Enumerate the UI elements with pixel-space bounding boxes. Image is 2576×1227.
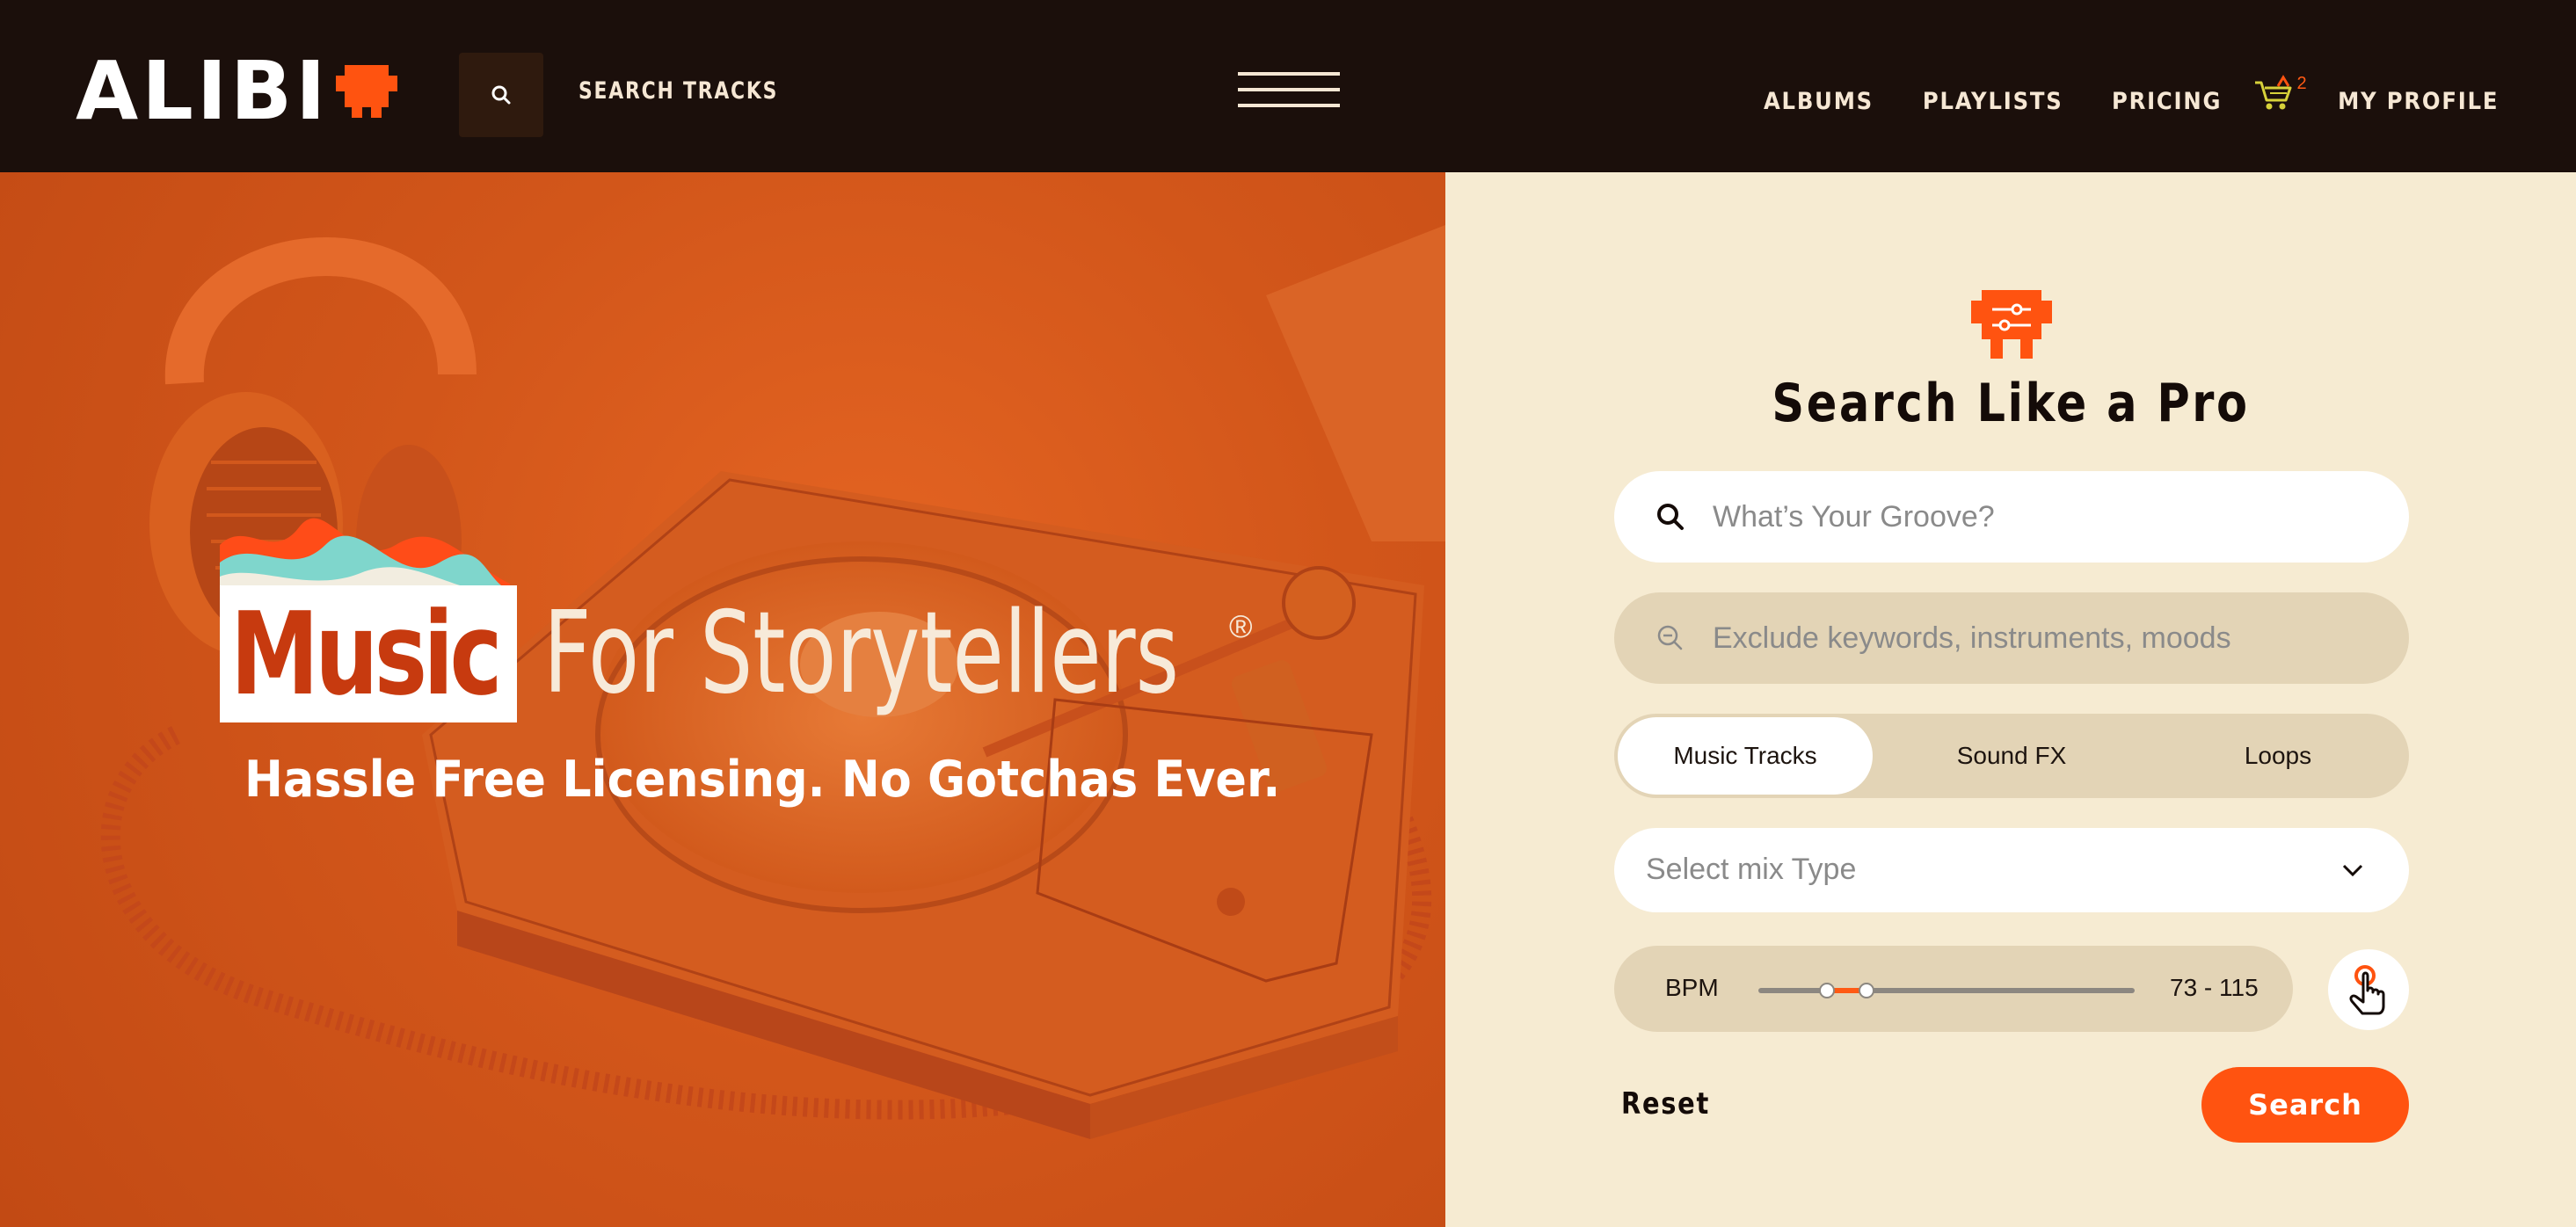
tap-tempo-button[interactable]	[2328, 949, 2409, 1030]
top-nav-bar: ALIBI SEARCH TRACKS ALBUMS PLAYLISTS PRI…	[0, 0, 2576, 172]
exclude-input[interactable]	[1713, 592, 2381, 684]
search-tracks-label[interactable]: SEARCH TRACKS	[579, 77, 778, 105]
mix-type-select[interactable]: Select mix Type	[1614, 828, 2409, 912]
tab-music-tracks[interactable]: Music Tracks	[1618, 717, 1873, 795]
cart-icon	[2254, 74, 2291, 109]
hero-banner: Music For Storytellers ® Hassle Free Lic…	[0, 172, 1445, 1227]
bpm-max-handle[interactable]	[1859, 983, 1875, 998]
nav-albums[interactable]: ALBUMS	[1764, 88, 1874, 115]
nav-my-profile[interactable]: MY PROFILE	[2338, 88, 2499, 115]
panel-title: Search Like a Pro	[1772, 373, 2250, 434]
bpm-min-handle[interactable]	[1819, 983, 1836, 998]
chevron-down-icon	[2342, 864, 2363, 877]
exclude-search-icon	[1657, 625, 1683, 650]
cart-button[interactable]: 2	[2253, 74, 2307, 114]
cart-count-badge: 2	[2296, 73, 2307, 93]
alibi-logo[interactable]: ALIBI	[76, 44, 401, 138]
nav-playlists[interactable]: PLAYLISTS	[1923, 88, 2063, 115]
hamburger-menu-icon[interactable]	[1238, 72, 1340, 107]
bpm-range-value: 73 - 115	[2170, 974, 2259, 1001]
bpm-label: BPM	[1665, 974, 1719, 1001]
search-tracks-button[interactable]	[459, 53, 543, 137]
filter-robot-icon	[1971, 290, 2052, 359]
mix-type-value: Select mix Type	[1646, 853, 1857, 886]
logo-robot-mark	[336, 65, 398, 118]
reset-button[interactable]: Reset	[1621, 1086, 1710, 1122]
nav-pricing[interactable]: PRICING	[2112, 88, 2222, 115]
main-nav: ALBUMS PLAYLISTS PRICING 2 MY PROFILE	[1722, 74, 2507, 116]
headline-music: Music	[230, 587, 503, 721]
content-type-tabs: Music Tracks Sound FX Loops	[1614, 714, 2409, 798]
logo-text: ALIBI	[76, 44, 330, 138]
registered-mark: ®	[1229, 608, 1253, 644]
search-panel: Search Like a Pro Music Tracks Sound FX …	[1445, 172, 2576, 1227]
search-submit-button[interactable]: Search	[2201, 1067, 2409, 1143]
search-icon	[491, 85, 511, 105]
groove-search-field[interactable]	[1614, 471, 2409, 563]
hero-subline: Hassle Free Licensing. No Gotchas Ever.	[244, 751, 1281, 809]
headline-for-storytellers: For Storytellers	[543, 588, 1179, 719]
bpm-slider-track[interactable]	[1758, 983, 2135, 998]
search-icon	[1657, 504, 1684, 530]
tap-hand-icon	[2349, 965, 2385, 1015]
tab-sound-fx[interactable]: Sound FX	[1884, 717, 2139, 795]
tab-loops[interactable]: Loops	[2150, 717, 2405, 795]
bpm-range-control: BPM 73 - 115	[1614, 946, 2293, 1032]
groove-search-input[interactable]	[1713, 471, 2381, 563]
exclude-field[interactable]	[1614, 592, 2409, 684]
